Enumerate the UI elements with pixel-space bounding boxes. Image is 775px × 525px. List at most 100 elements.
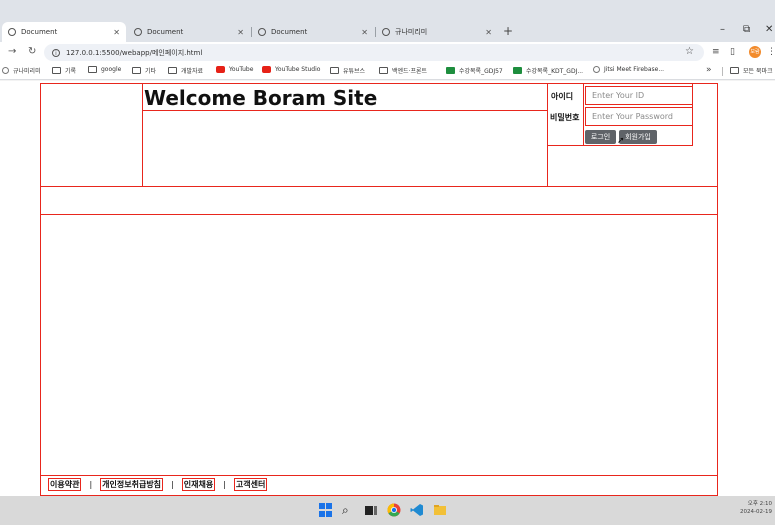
globe-icon [382, 28, 390, 36]
bookmark-label: 수강목록_KDT_GDJ... [526, 68, 584, 75]
bookmark-item[interactable]: YouTube Studio [262, 66, 320, 73]
folder-icon [168, 67, 177, 74]
bookmark-label: 수강목록_GDJ57 [459, 68, 503, 75]
tab-label: Document [147, 28, 184, 36]
all-bookmarks-folder[interactable]: 모든 북마크 [730, 66, 773, 75]
tab-label: Document [21, 28, 58, 36]
close-tab-icon[interactable]: ✕ [361, 28, 368, 37]
sheets-icon [513, 67, 522, 74]
login-table-divider [583, 83, 584, 146]
id-label: 아이디 [551, 92, 574, 101]
youtube-icon [216, 66, 225, 73]
task-view-shape [365, 506, 377, 515]
bookmark-folder[interactable]: 유튜브스 [330, 66, 365, 75]
password-label: 비밀번호 [550, 113, 580, 122]
bookmark-star-icon[interactable]: ☆ [685, 46, 694, 57]
bookmark-item[interactable]: 규나미리미 [2, 66, 41, 75]
bookmark-item[interactable]: YouTube [216, 66, 253, 73]
login-button[interactable]: 로그인 [585, 130, 616, 144]
bookmark-folder[interactable]: google [88, 66, 121, 73]
site-info-icon[interactable]: i [52, 48, 60, 57]
tab-label: Document [271, 28, 308, 36]
bookmark-label: 모든 북마크 [743, 68, 773, 75]
side-panel-icon[interactable]: ▯ [730, 47, 735, 57]
tab-document-2[interactable]: Document ✕ [128, 22, 250, 42]
tab-4[interactable]: 규나미리미 ✕ [376, 22, 498, 42]
id-input[interactable] [585, 86, 693, 105]
globe-icon [258, 28, 266, 36]
vscode-icon[interactable] [410, 503, 424, 517]
youtube-icon [262, 66, 271, 73]
close-tab-icon[interactable]: ✕ [237, 28, 244, 37]
password-input[interactable] [585, 107, 693, 126]
address-bar[interactable]: i 127.0.0.1:5500/webapp/메인페이지.html ☆ [44, 44, 704, 61]
terms-link[interactable]: 이용약관 [48, 478, 82, 491]
bookmarks-bar: 규나미리미 기록 google 기타 개발자료 YouTube YouTube … [0, 63, 775, 80]
footer-separator: | [223, 480, 226, 489]
privacy-policy-link[interactable]: 개인정보취급방침 [100, 478, 164, 491]
signup-button[interactable]: 회원가입 [619, 130, 657, 144]
bookmark-label: 유튜브스 [343, 68, 366, 75]
minimize-button[interactable]: – [720, 24, 725, 35]
close-window-button[interactable]: ✕ [765, 24, 773, 35]
tab-document-3[interactable]: Document ✕ [252, 22, 374, 42]
footer-separator: | [171, 480, 174, 489]
logo-column-divider [142, 83, 143, 187]
bookmark-item[interactable]: 수강목록_KDT_GDJ... [513, 66, 583, 75]
bookmark-item[interactable]: Jitsi Meet Firebase... [593, 66, 664, 73]
bookmark-label: google [101, 66, 122, 73]
vscode-shape [410, 504, 423, 516]
page-icon [593, 66, 600, 73]
clock-date: 2024-02-19 [740, 509, 772, 515]
profile-avatar[interactable]: 보람 [749, 46, 761, 58]
bookmark-label: 규나미리미 [13, 68, 41, 75]
folder-icon [730, 67, 739, 74]
close-tab-icon[interactable]: ✕ [113, 28, 120, 37]
site-title: Welcome Boram Site [144, 86, 378, 110]
restore-button[interactable]: ⧉ [743, 24, 750, 35]
globe-icon [8, 28, 16, 36]
bookmark-label: YouTube Studio [275, 66, 321, 73]
system-clock[interactable]: 오후 2:10 2024-02-19 [740, 500, 772, 516]
footer-separator: | [89, 480, 93, 489]
task-view-icon[interactable] [364, 503, 378, 517]
bookmark-folder[interactable]: 개발자료 [168, 66, 203, 75]
more-bookmarks-chevron-icon[interactable]: » [706, 65, 712, 75]
bookmark-folder[interactable]: 백엔드·프론트 [379, 66, 427, 75]
folder-icon [379, 67, 388, 74]
close-tab-icon[interactable]: ✕ [485, 28, 492, 37]
folder-icon [52, 67, 61, 74]
url-text: 127.0.0.1:5500/webapp/메인페이지.html [66, 48, 203, 57]
new-tab-button[interactable]: + [503, 24, 513, 38]
title-underline [142, 110, 548, 111]
page-icon [2, 67, 9, 74]
media-control-icon[interactable]: ≡ [712, 47, 720, 57]
bookmark-label: 기록 [65, 68, 77, 75]
file-explorer-icon[interactable] [433, 503, 447, 517]
windows-start-icon[interactable] [319, 503, 333, 517]
sheets-icon [446, 67, 455, 74]
mouse-pointer-icon: ➚ [617, 136, 625, 146]
careers-link[interactable]: 인재채용 [181, 478, 216, 491]
browser-tab-strip: Document ✕ Document ✕ Document ✕ 규나미리미 ✕… [0, 0, 775, 42]
folder-icon [88, 66, 97, 73]
bookmark-folder[interactable]: 기록 [52, 66, 76, 75]
menu-kebab-icon[interactable]: ⋮ [767, 47, 775, 57]
browser-toolbar: → ↻ i 127.0.0.1:5500/webapp/메인페이지.html ☆… [0, 42, 775, 63]
page-viewport: Welcome Boram Site 아이디 비밀번호 로그인 회원가입 이용약… [0, 81, 775, 496]
chrome-icon[interactable] [387, 503, 401, 517]
bookmark-label: 백엔드·프론트 [392, 68, 428, 75]
windows-taskbar: ⌕ 오후 2:10 2024-02-19 [0, 496, 775, 525]
bookmark-folder[interactable]: 기타 [132, 66, 156, 75]
clock-time: 오후 2:10 [747, 501, 772, 507]
tab-document-1[interactable]: Document ✕ [2, 22, 126, 42]
bookmark-label: 기타 [145, 68, 157, 75]
folder-shape [434, 505, 446, 515]
folder-icon [330, 67, 339, 74]
bookmark-label: YouTube [229, 66, 254, 73]
search-icon[interactable]: ⌕ [342, 503, 356, 517]
customer-center-link[interactable]: 고객센터 [233, 478, 268, 491]
reload-icon[interactable]: ↻ [28, 46, 36, 57]
bookmark-item[interactable]: 수강목록_GDJ57 [446, 66, 503, 75]
forward-arrow-icon[interactable]: → [8, 46, 16, 57]
